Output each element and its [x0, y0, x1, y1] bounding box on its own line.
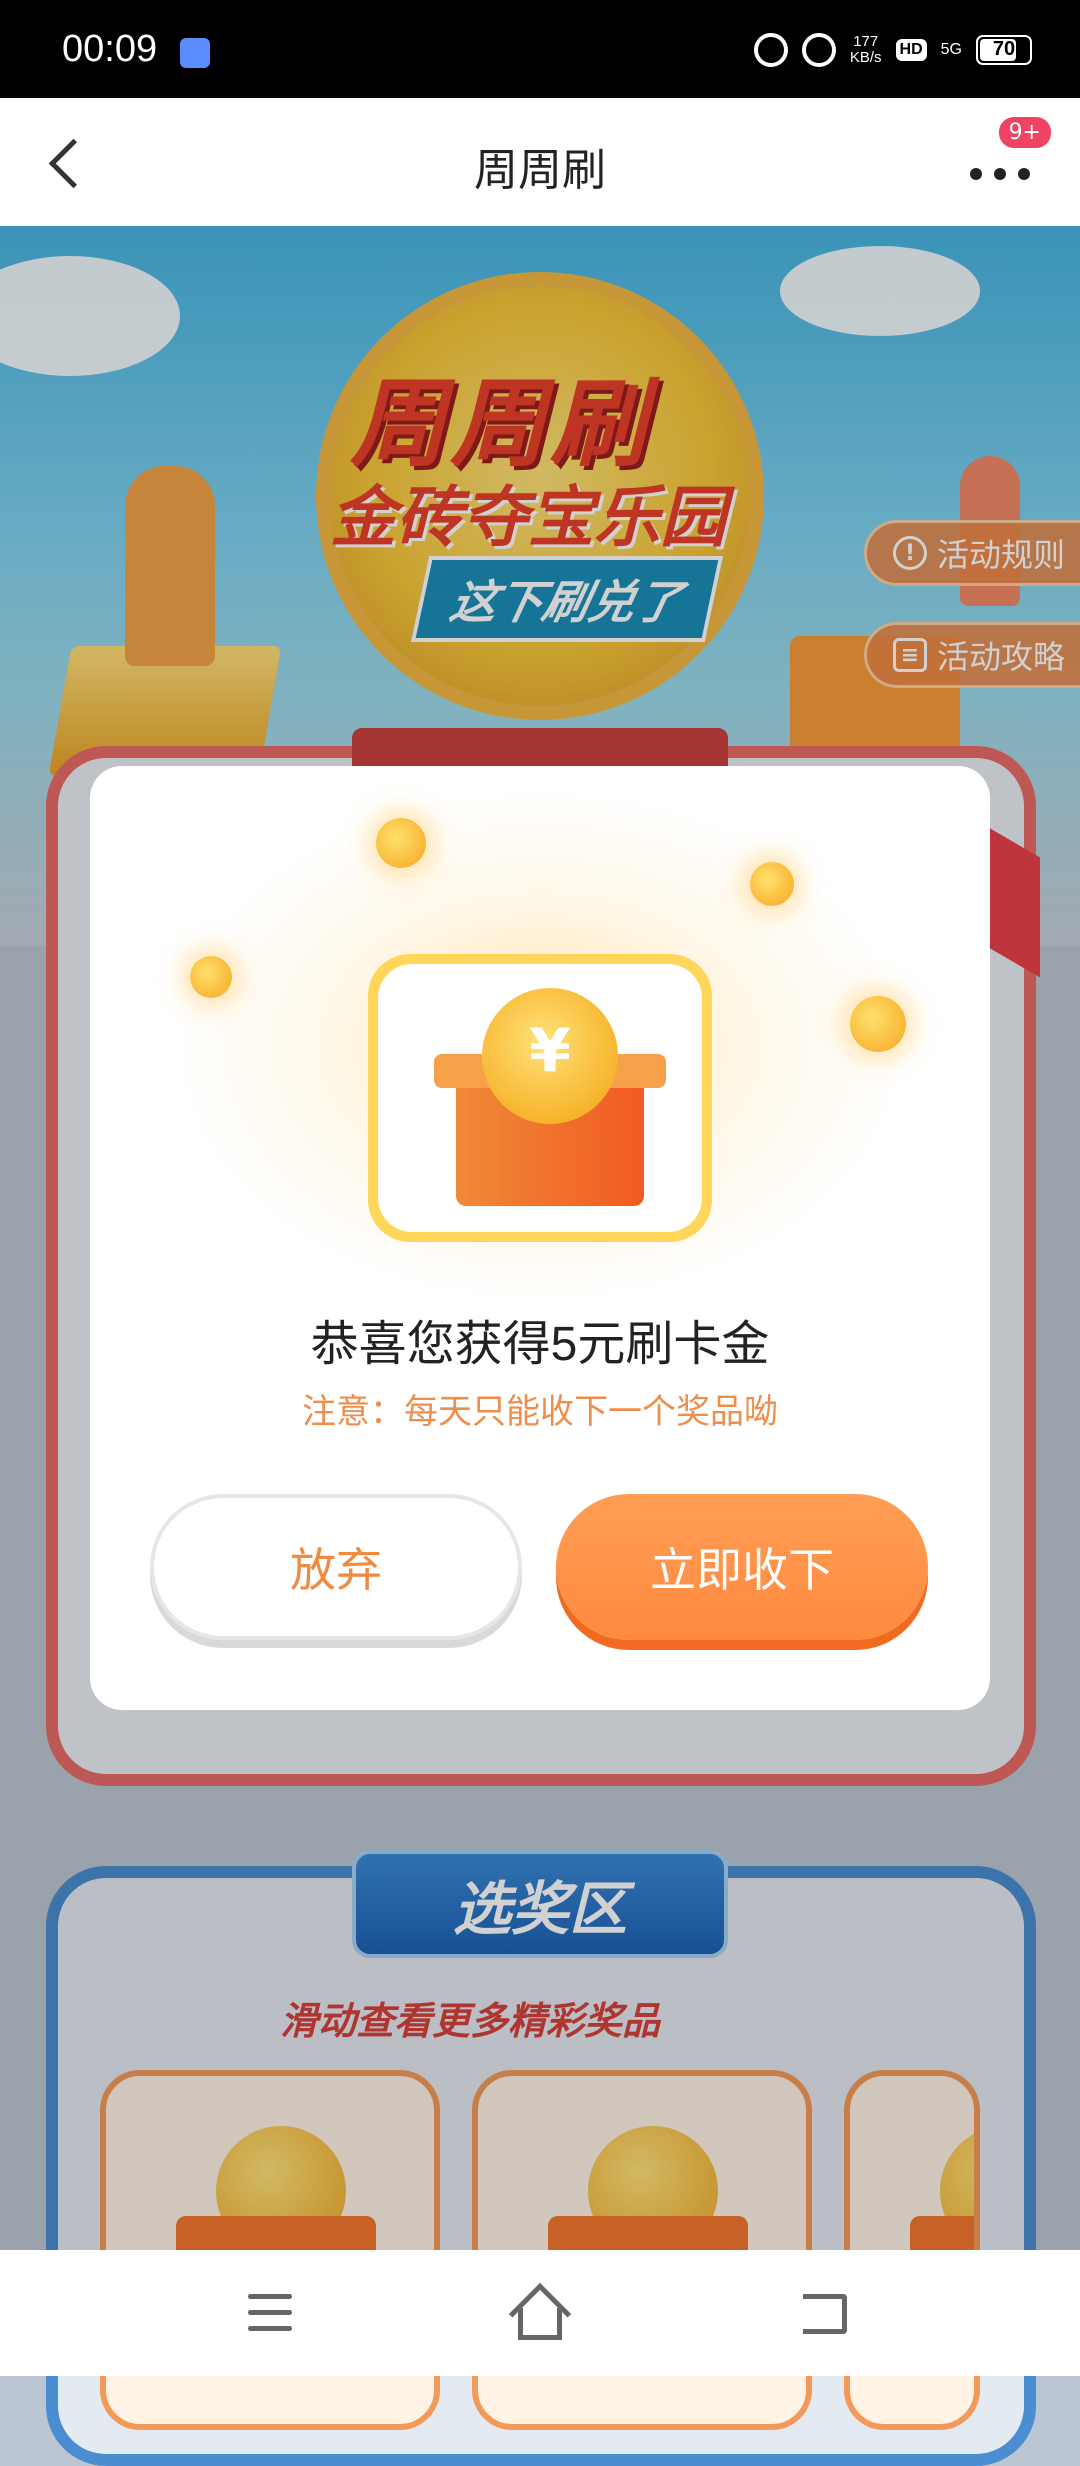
status-bar: 00:09 177 KB/s HD 5G 70 — [0, 0, 1080, 98]
coin-icon — [376, 818, 426, 868]
give-up-button[interactable]: 放弃 — [150, 1494, 522, 1640]
battery-level: 70 — [992, 38, 1016, 60]
home-button[interactable] — [508, 2282, 572, 2346]
status-icons: 177 KB/s HD 5G 70 — [753, 30, 1032, 70]
net-speed: 177 KB/s — [850, 34, 882, 66]
page-title: 周周刷 — [474, 146, 606, 195]
battery-icon: 70 — [976, 35, 1032, 65]
more-button[interactable] — [964, 148, 1044, 198]
notification-badge: 9+ — [995, 114, 1054, 151]
net-speed-unit: KB/s — [849, 49, 882, 66]
accept-now-button[interactable]: 立即收下 — [556, 1494, 928, 1640]
back-icon — [803, 2294, 847, 2334]
coin-icon — [850, 996, 906, 1052]
system-nav-bar — [0, 2250, 1080, 2376]
signal-icon: 5G — [940, 41, 962, 58]
coin-icon — [750, 862, 794, 906]
status-time: 00:09 — [62, 28, 158, 70]
app-notification-icon — [180, 38, 210, 68]
recent-apps-button[interactable] — [240, 2284, 300, 2344]
nav-bar: 周周刷 9+ — [0, 98, 1080, 226]
coin-icon — [190, 956, 232, 998]
modal-title: 恭喜您获得5元刷卡金 — [310, 1318, 770, 1371]
hd-icon: HD — [895, 39, 927, 61]
modal-note: 注意：每天只能收下一个奖品呦 — [302, 1392, 778, 1432]
back-nav-button[interactable] — [795, 2284, 855, 2344]
net-speed-value: 177 — [853, 33, 879, 50]
alarm-icon — [753, 33, 788, 67]
coin-icon: ¥ — [482, 988, 618, 1124]
reward-modal: ¥ 恭喜您获得5元刷卡金 注意：每天只能收下一个奖品呦 放弃 立即收下 — [90, 766, 990, 1710]
more-dot-icon — [1018, 168, 1030, 180]
mute-icon — [801, 33, 836, 67]
prize-image: ¥ — [368, 954, 712, 1242]
more-dot-icon — [970, 168, 982, 180]
more-dot-icon — [994, 168, 1006, 180]
